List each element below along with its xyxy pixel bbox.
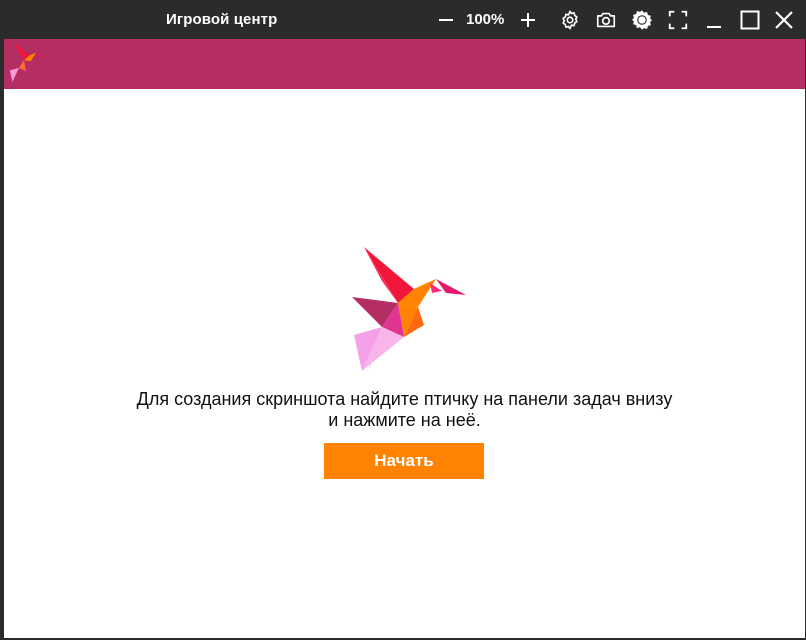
plus-icon [521, 13, 535, 27]
maximize-button[interactable] [738, 8, 762, 32]
start-button[interactable]: Начать [324, 443, 484, 479]
minus-icon [439, 19, 453, 21]
screenshot-button[interactable] [594, 8, 618, 32]
maximize-icon [740, 10, 760, 30]
brightness-button[interactable] [630, 8, 654, 32]
fullscreen-icon [668, 10, 688, 30]
window-title: Игровой центр [166, 11, 278, 28]
minimize-icon [707, 26, 721, 28]
app-header [4, 39, 805, 89]
zoom-in-button[interactable] [516, 8, 540, 32]
zoom-level: 100% [466, 11, 505, 28]
instruction-line-1: Для создания скриншота найдите птичку на… [136, 389, 673, 409]
content-area: Для создания скриншота найдите птичку на… [4, 39, 805, 638]
settings-button[interactable] [558, 8, 582, 32]
app-window: Игровой центр 100% Для создания скриншот… [0, 0, 806, 640]
gear-icon [562, 10, 578, 30]
close-icon [775, 11, 793, 29]
brightness-icon [631, 10, 653, 30]
instruction-text: Для создания скриншота найдите птичку на… [4, 389, 805, 431]
camera-icon [596, 12, 616, 28]
zoom-out-button[interactable] [434, 8, 458, 32]
hummingbird-logo-icon [9, 42, 46, 83]
fullscreen-button[interactable] [666, 8, 690, 32]
title-bar: Игровой центр 100% [0, 0, 806, 40]
instruction-line-2: и нажмите на неё. [328, 410, 481, 430]
close-button[interactable] [772, 8, 796, 32]
minimize-button[interactable] [702, 8, 726, 32]
hummingbird-icon [352, 247, 466, 371]
